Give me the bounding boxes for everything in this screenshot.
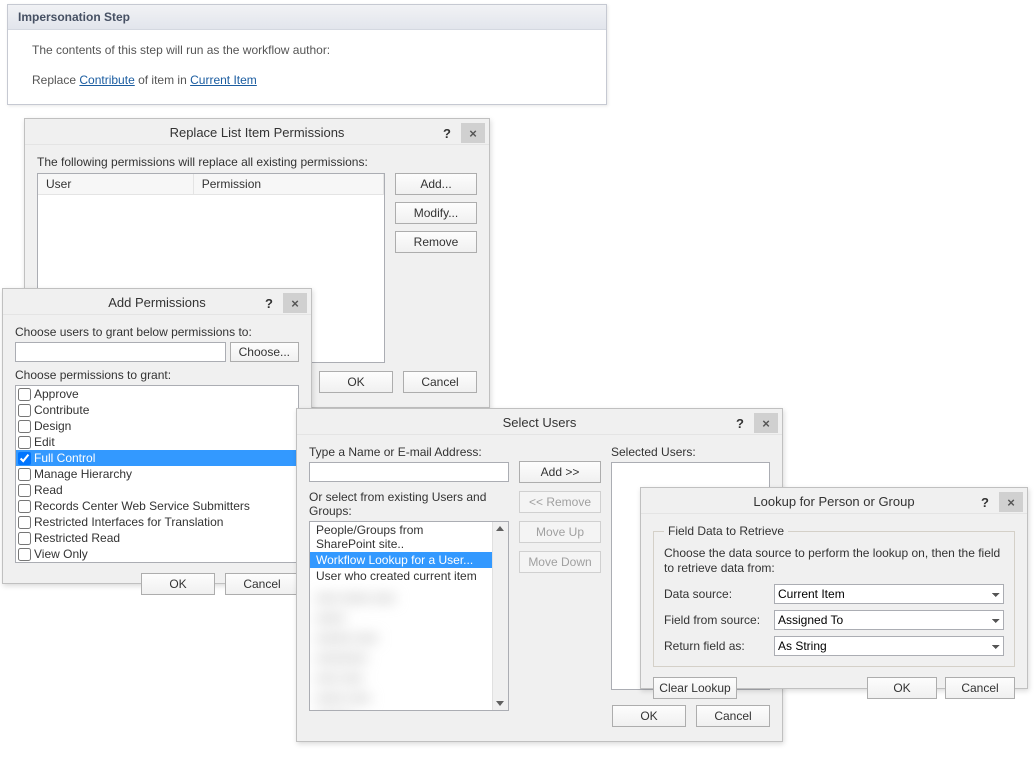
help-icon[interactable]: ? <box>973 492 997 512</box>
clear-lookup-button[interactable]: Clear Lookup <box>653 677 737 699</box>
permission-item[interactable]: View Only <box>16 546 298 562</box>
permission-label: Design <box>34 418 71 434</box>
col-user: User <box>38 174 194 194</box>
users-list-item[interactable]: People/Groups from SharePoint site.. <box>310 522 492 552</box>
close-icon[interactable]: × <box>283 293 307 313</box>
permission-item[interactable]: Full Control <box>16 450 298 466</box>
or-select-label: Or select from existing Users and Groups… <box>309 490 509 518</box>
users-input[interactable] <box>15 342 226 362</box>
add-button[interactable]: Add... <box>395 173 477 195</box>
permission-checkbox[interactable] <box>18 468 31 481</box>
help-icon[interactable]: ? <box>257 293 281 313</box>
permission-label: Contribute <box>34 402 89 418</box>
selected-users-label: Selected Users: <box>611 445 770 459</box>
replace-text-pre: Replace <box>32 73 79 87</box>
permission-checkbox[interactable] <box>18 388 31 401</box>
permission-checkbox[interactable] <box>18 436 31 449</box>
permission-label: Read <box>34 482 63 498</box>
scrollbar[interactable] <box>492 522 508 710</box>
perms-label: Choose permissions to grant: <box>15 368 299 382</box>
permission-item[interactable]: Edit <box>16 434 298 450</box>
fieldset-legend: Field Data to Retrieve <box>664 524 788 538</box>
field-data-fieldset: Field Data to Retrieve Choose the data s… <box>653 524 1015 667</box>
permission-checkbox[interactable] <box>18 404 31 417</box>
remove-button[interactable]: << Remove <box>519 491 601 513</box>
type-name-label: Type a Name or E-mail Address: <box>309 445 509 459</box>
replace-text-mid: of item in <box>135 73 190 87</box>
add-perm-title: Add Permissions <box>108 295 206 310</box>
permission-label: Restricted Read <box>34 530 120 546</box>
users-list-item[interactable]: Workflow Lookup for a User... <box>310 552 492 568</box>
permission-label: View Only <box>34 546 88 562</box>
help-icon[interactable]: ? <box>435 123 459 143</box>
permission-item[interactable]: Design <box>16 418 298 434</box>
ok-button[interactable]: OK <box>867 677 937 699</box>
lookup-prompt: Choose the data source to perform the lo… <box>664 546 1004 576</box>
users-groups-listbox[interactable]: People/Groups from SharePoint site..Work… <box>309 521 509 711</box>
permission-item[interactable]: Read <box>16 482 298 498</box>
permission-item[interactable]: Restricted Interfaces for Translation <box>16 514 298 530</box>
col-permission: Permission <box>194 174 384 194</box>
help-icon[interactable]: ? <box>728 413 752 433</box>
permission-item[interactable]: Contribute <box>16 402 298 418</box>
lookup-dialog: Lookup for Person or Group ? × Field Dat… <box>640 487 1028 689</box>
permission-checkbox[interactable] <box>18 516 31 529</box>
permission-item[interactable]: Records Center Web Service Submitters <box>16 498 298 514</box>
name-email-input[interactable] <box>309 462 509 482</box>
permission-checkbox[interactable] <box>18 484 31 497</box>
close-icon[interactable]: × <box>999 492 1023 512</box>
moveup-button[interactable]: Move Up <box>519 521 601 543</box>
cancel-button[interactable]: Cancel <box>225 573 299 595</box>
permission-label: Approve <box>34 386 79 402</box>
permission-checkbox[interactable] <box>18 500 31 513</box>
users-label: Choose users to grant below permissions … <box>15 325 299 339</box>
impersonation-desc: The contents of this step will run as th… <box>32 40 582 60</box>
field-from-label: Field from source: <box>664 613 774 627</box>
return-field-select[interactable]: As String <box>774 636 1004 656</box>
permission-label: Manage Hierarchy <box>34 466 132 482</box>
permission-checkbox[interactable] <box>18 532 31 545</box>
permissions-listbox[interactable]: ApproveContributeDesignEditFull ControlM… <box>15 385 299 563</box>
impersonation-step-panel: Impersonation Step The contents of this … <box>7 4 607 105</box>
select-users-title: Select Users <box>503 415 577 430</box>
ok-button[interactable]: OK <box>319 371 393 393</box>
impersonation-title: Impersonation Step <box>8 5 606 30</box>
permission-checkbox[interactable] <box>18 420 31 433</box>
permission-label: Full Control <box>34 450 95 466</box>
modify-button[interactable]: Modify... <box>395 202 477 224</box>
return-field-label: Return field as: <box>664 639 774 653</box>
users-list-item[interactable]: User who created current item <box>310 568 492 584</box>
data-source-select[interactable]: Current Item <box>774 584 1004 604</box>
choose-button[interactable]: Choose... <box>230 342 299 362</box>
movedown-button[interactable]: Move Down <box>519 551 601 573</box>
cancel-button[interactable]: Cancel <box>945 677 1015 699</box>
permission-checkbox[interactable] <box>18 548 31 561</box>
remove-button[interactable]: Remove <box>395 231 477 253</box>
lookup-title: Lookup for Person or Group <box>753 494 914 509</box>
link-contribute[interactable]: Contribute <box>79 73 134 87</box>
permission-label: Edit <box>34 434 55 450</box>
field-from-select[interactable]: Assigned To <box>774 610 1004 630</box>
close-icon[interactable]: × <box>461 123 485 143</box>
replace-perm-prompt: The following permissions will replace a… <box>37 155 477 169</box>
permission-item[interactable]: Approve <box>16 386 298 402</box>
permission-label: Restricted Interfaces for Translation <box>34 514 223 530</box>
replace-perm-title: Replace List Item Permissions <box>170 125 345 140</box>
blurred-items: ■■■ ■■■■ ■■■■■■■■■■■■ ■■■■■■■■■■■■■ ■■■■… <box>310 584 492 711</box>
data-source-label: Data source: <box>664 587 774 601</box>
link-current-item[interactable]: Current Item <box>190 73 257 87</box>
permission-item[interactable]: Manage Hierarchy <box>16 466 298 482</box>
cancel-button[interactable]: Cancel <box>403 371 477 393</box>
permission-item[interactable]: Restricted Read <box>16 530 298 546</box>
add-button[interactable]: Add >> <box>519 461 601 483</box>
permission-checkbox[interactable] <box>18 452 31 465</box>
ok-button[interactable]: OK <box>141 573 215 595</box>
add-permissions-dialog: Add Permissions ? × Choose users to gran… <box>2 288 312 584</box>
close-icon[interactable]: × <box>754 413 778 433</box>
permission-label: Records Center Web Service Submitters <box>34 498 250 514</box>
